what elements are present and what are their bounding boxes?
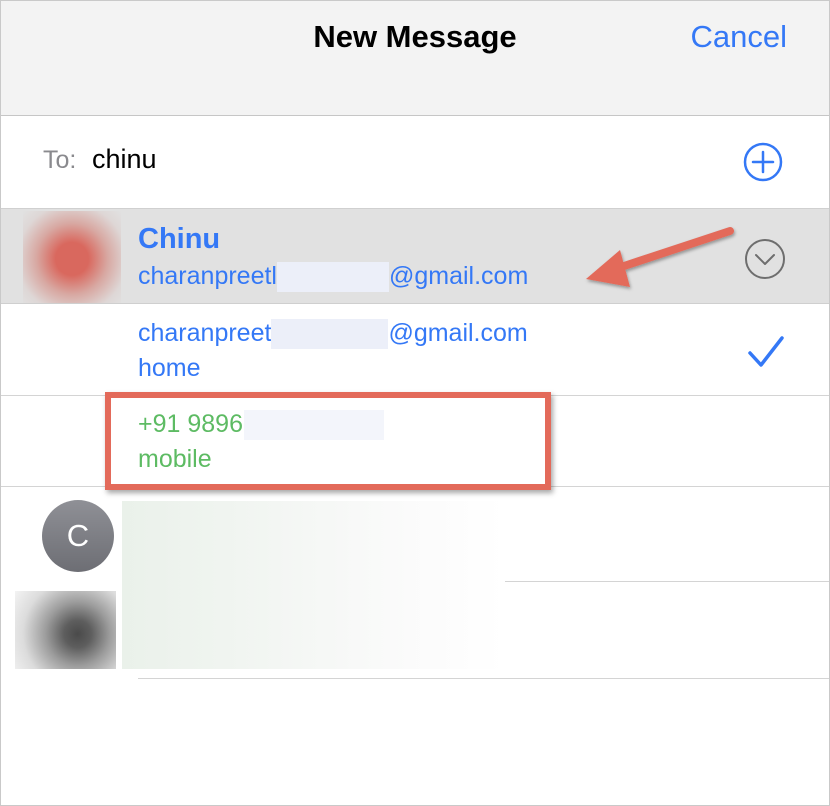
checkmark-icon <box>748 336 784 367</box>
cancel-button[interactable]: Cancel <box>691 19 788 55</box>
email-option-home[interactable]: charanpreet @gmail.com home <box>1 304 829 396</box>
alt-email: charanpreet @gmail.com <box>138 319 528 350</box>
contact-email: charanpreetl @gmail.com <box>138 262 529 293</box>
redacted-region <box>271 319 389 350</box>
recipient-field[interactable]: To: chinu <box>1 116 829 209</box>
email-prefix: charanpreetl <box>138 262 277 290</box>
email-type-label: home <box>138 354 201 382</box>
add-contact-plus-icon[interactable] <box>743 142 783 182</box>
new-message-screen: New Message Cancel To: chinu Chinu chara… <box>0 0 830 806</box>
contact-initial-avatar: C <box>42 500 114 572</box>
divider <box>138 678 829 679</box>
email-prefix: charanpreet <box>138 319 272 347</box>
to-label: To: <box>43 146 77 174</box>
recipient-input[interactable]: chinu <box>92 144 157 175</box>
email-suffix: @gmail.com <box>388 319 528 347</box>
annotation-highlight-box <box>105 392 551 490</box>
navigation-bar: New Message Cancel <box>1 1 829 116</box>
chevron-down-circle-icon[interactable] <box>744 238 786 280</box>
divider <box>505 581 829 582</box>
contact-avatar <box>23 211 121 303</box>
redacted-region <box>276 262 389 293</box>
blurred-contact-details <box>122 501 505 669</box>
contact-avatar-blurred <box>15 591 116 669</box>
contact-name: Chinu <box>138 223 221 255</box>
email-suffix: @gmail.com <box>388 262 529 290</box>
contact-suggestion-chinu[interactable]: Chinu charanpreetl @gmail.com <box>1 209 829 304</box>
